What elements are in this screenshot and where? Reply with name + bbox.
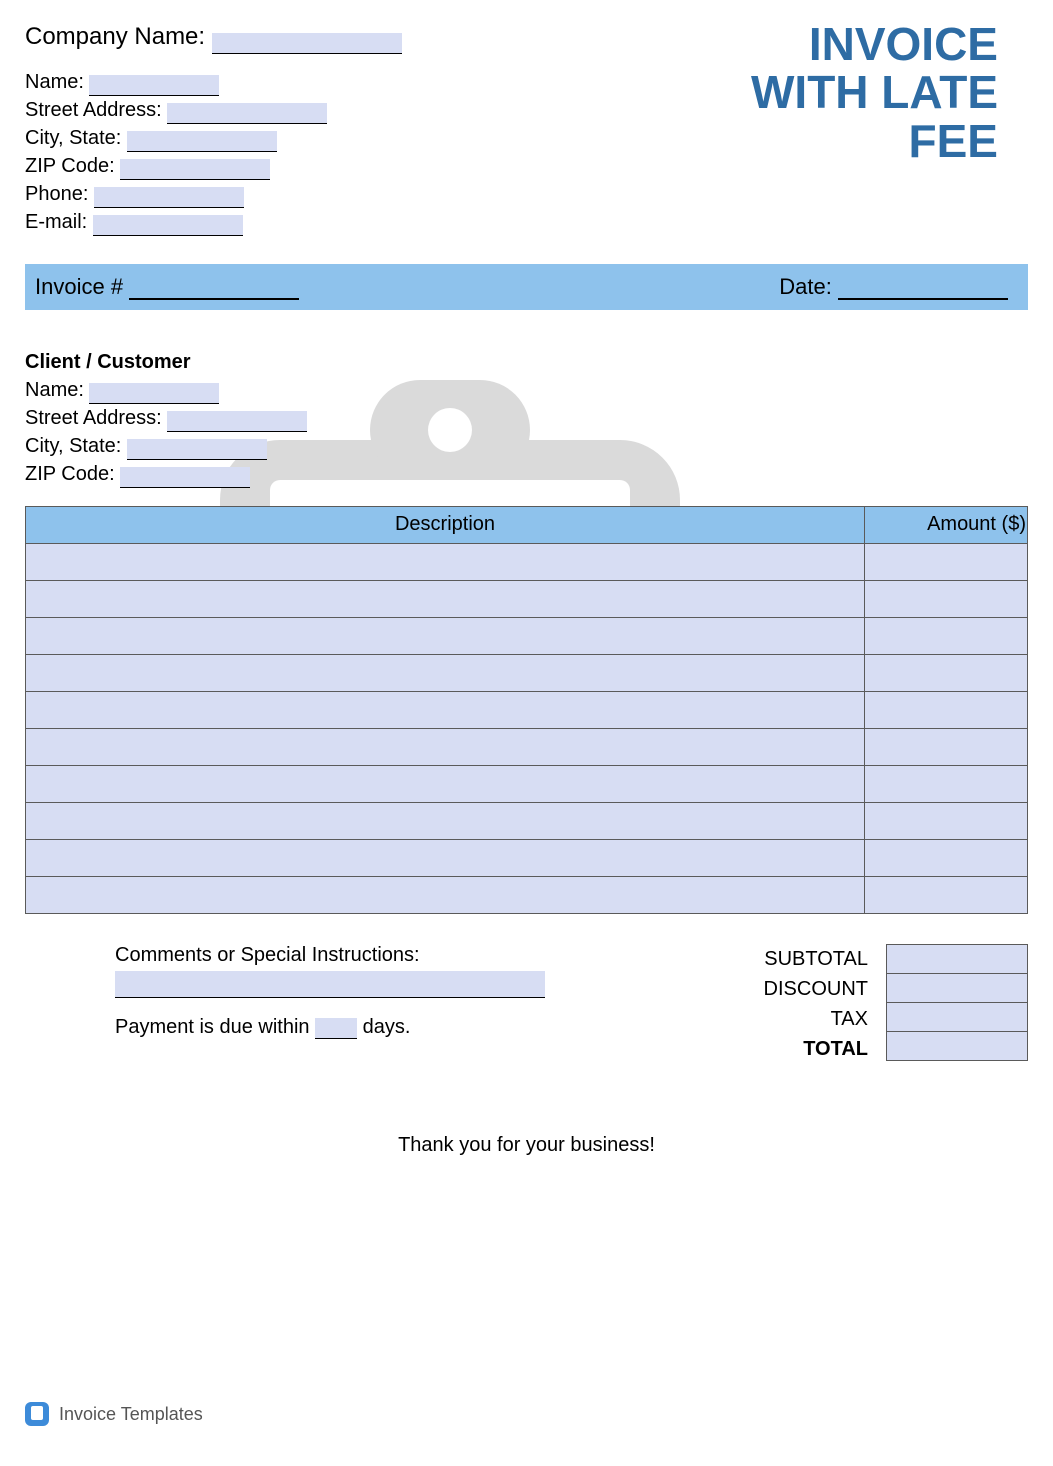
comments-input[interactable] — [115, 971, 545, 998]
table-row — [26, 691, 1028, 728]
company-name-input[interactable] — [212, 33, 402, 54]
brand-logo-icon — [25, 1402, 49, 1426]
totals-block: SUBTOTAL DISCOUNT TAX TOTAL — [764, 944, 1028, 1064]
client-name-label: Name: — [25, 379, 84, 401]
cell-amount[interactable] — [865, 654, 1028, 691]
client-street-label: Street Address: — [25, 407, 162, 429]
client-zip-label: ZIP Code: — [25, 463, 115, 485]
cell-description[interactable] — [26, 691, 865, 728]
footer-brand-text: Invoice Templates — [59, 1404, 203, 1425]
cell-description[interactable] — [26, 580, 865, 617]
cell-description[interactable] — [26, 876, 865, 913]
client-name-input[interactable] — [89, 383, 219, 404]
sender-name-label: Name: — [25, 71, 84, 93]
cell-amount[interactable] — [865, 728, 1028, 765]
comments-label: Comments or Special Instructions: — [115, 944, 545, 967]
cell-amount[interactable] — [865, 839, 1028, 876]
sender-citystate-input[interactable] — [127, 131, 277, 152]
sender-email-input[interactable] — [93, 215, 243, 236]
subtotal-value[interactable] — [886, 944, 1028, 973]
tax-value[interactable] — [886, 1002, 1028, 1031]
client-citystate-label: City, State: — [25, 435, 121, 457]
footer-brand: Invoice Templates — [25, 1402, 203, 1426]
table-row — [26, 543, 1028, 580]
table-row — [26, 728, 1028, 765]
total-value[interactable] — [886, 1031, 1028, 1061]
client-block: Client / Customer Name: Street Address: … — [25, 348, 1028, 488]
table-row — [26, 839, 1028, 876]
col-description: Description — [26, 506, 865, 543]
table-row — [26, 580, 1028, 617]
cell-amount[interactable] — [865, 543, 1028, 580]
client-zip-input[interactable] — [120, 467, 250, 488]
cell-description[interactable] — [26, 543, 865, 580]
table-row — [26, 802, 1028, 839]
invoice-number-label: Invoice # — [35, 274, 123, 299]
cell-description[interactable] — [26, 802, 865, 839]
sender-phone-input[interactable] — [94, 187, 244, 208]
table-row — [26, 654, 1028, 691]
sender-street-label: Street Address: — [25, 99, 162, 121]
cell-description[interactable] — [26, 654, 865, 691]
cell-description[interactable] — [26, 765, 865, 802]
discount-value[interactable] — [886, 973, 1028, 1002]
cell-amount[interactable] — [865, 691, 1028, 728]
due-prefix: Payment is due within — [115, 1016, 310, 1038]
due-suffix: days. — [363, 1016, 411, 1038]
sender-phone-label: Phone: — [25, 183, 88, 205]
title-line2: WITH LATE — [751, 68, 998, 116]
cell-description[interactable] — [26, 728, 865, 765]
title-line1: INVOICE — [751, 20, 998, 68]
sender-citystate-label: City, State: — [25, 127, 121, 149]
tax-label: TAX — [764, 1004, 868, 1034]
sender-zip-input[interactable] — [120, 159, 270, 180]
table-row — [26, 617, 1028, 654]
invoice-bar: Invoice # Date: — [25, 264, 1028, 310]
title-line3: FEE — [751, 117, 998, 165]
total-label: TOTAL — [764, 1034, 868, 1064]
cell-amount[interactable] — [865, 580, 1028, 617]
comments-block: Comments or Special Instructions: Paymen… — [115, 944, 545, 1064]
company-name-label: Company Name: — [25, 23, 205, 50]
sender-zip-label: ZIP Code: — [25, 155, 115, 177]
thank-you-text: Thank you for your business! — [25, 1134, 1028, 1157]
cell-amount[interactable] — [865, 765, 1028, 802]
cell-description[interactable] — [26, 839, 865, 876]
table-row — [26, 765, 1028, 802]
invoice-date-label: Date: — [779, 274, 832, 299]
invoice-date-input[interactable] — [838, 274, 1008, 300]
client-citystate-input[interactable] — [127, 439, 267, 460]
sender-street-input[interactable] — [167, 103, 327, 124]
cell-amount[interactable] — [865, 802, 1028, 839]
sender-email-label: E-mail: — [25, 211, 87, 233]
cell-amount[interactable] — [865, 617, 1028, 654]
client-heading: Client / Customer — [25, 348, 1028, 376]
table-row — [26, 876, 1028, 913]
sender-name-input[interactable] — [89, 75, 219, 96]
cell-amount[interactable] — [865, 876, 1028, 913]
cell-description[interactable] — [26, 617, 865, 654]
client-street-input[interactable] — [167, 411, 307, 432]
col-amount: Amount ($) — [865, 506, 1028, 543]
subtotal-label: SUBTOTAL — [764, 944, 868, 974]
due-days-input[interactable] — [315, 1018, 357, 1039]
invoice-number-input[interactable] — [129, 274, 299, 300]
line-items-table: Description Amount ($) — [25, 506, 1028, 914]
document-title: INVOICE WITH LATE FEE — [751, 20, 1028, 165]
discount-label: DISCOUNT — [764, 974, 868, 1004]
sender-block: Company Name: Name: Street Address: City… — [25, 20, 402, 236]
